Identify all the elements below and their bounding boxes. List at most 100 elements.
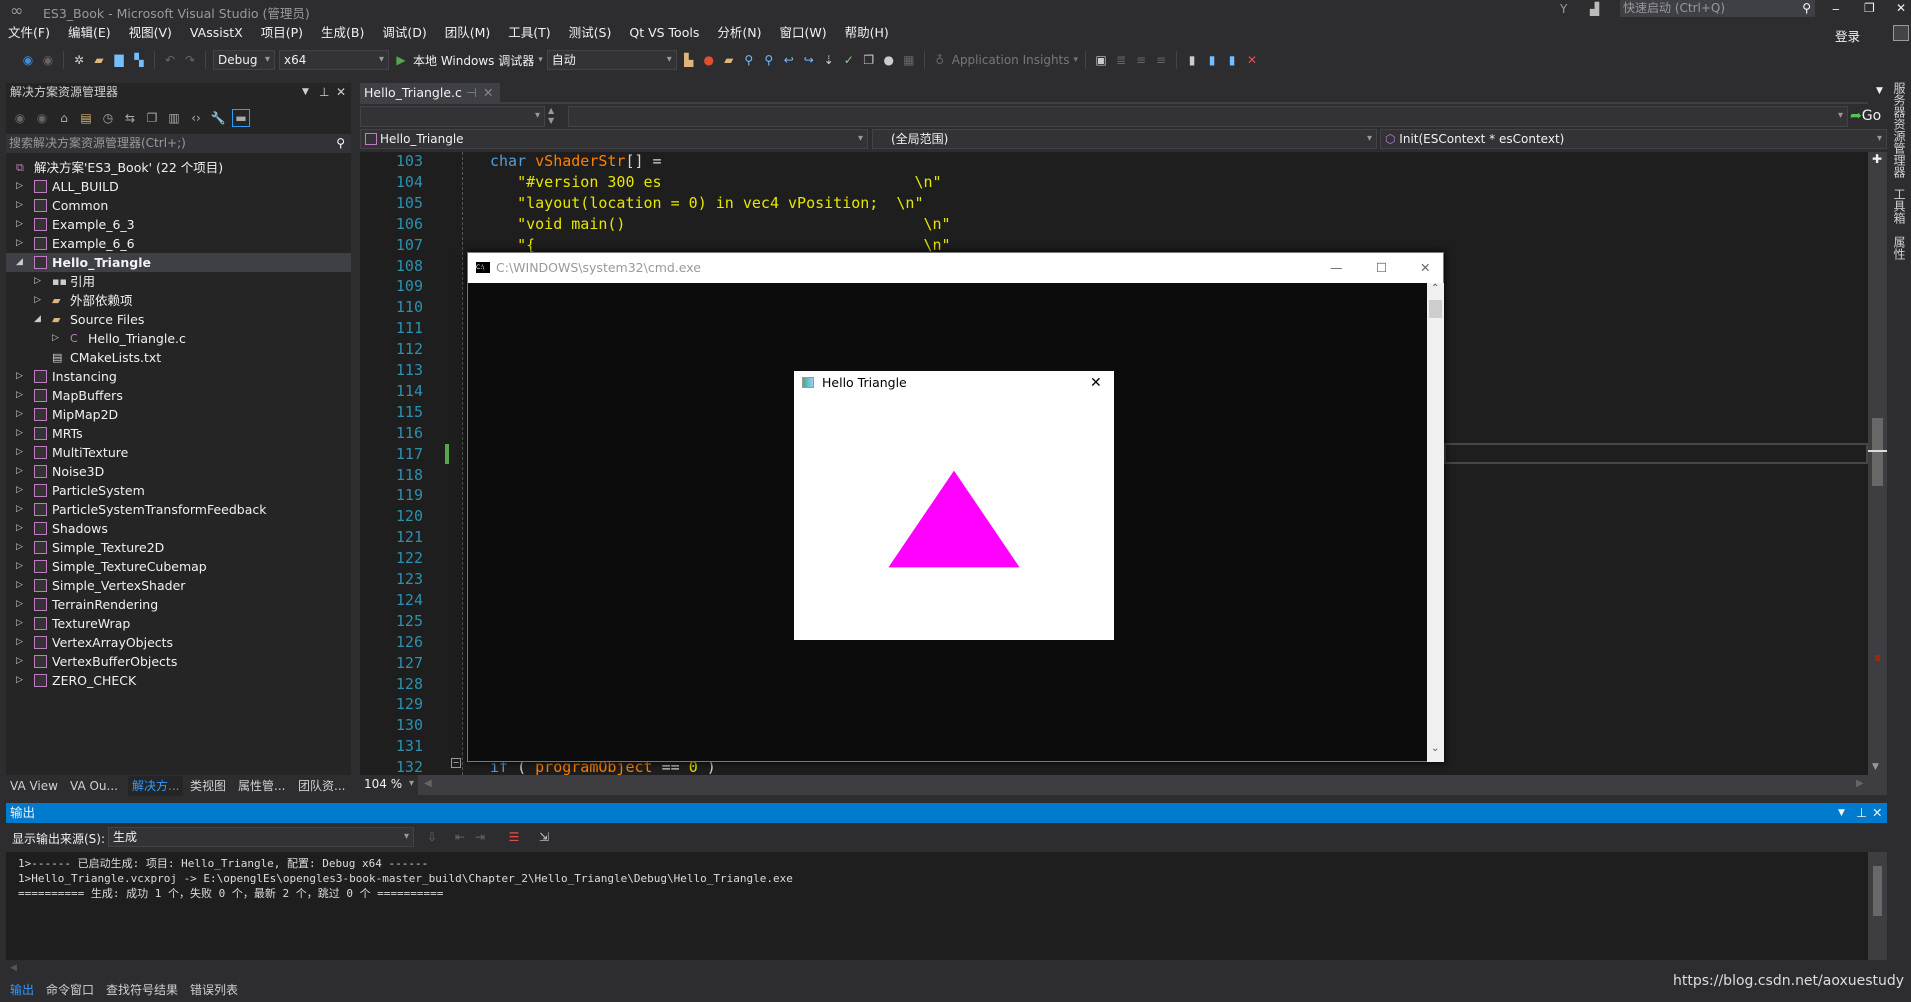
expand-arrow-icon[interactable]: ▷ <box>16 215 26 234</box>
scroll-right-icon[interactable]: ▶ <box>1856 778 1864 789</box>
expand-arrow-icon[interactable]: ▷ <box>16 196 26 215</box>
account-icon[interactable] <box>1893 25 1909 41</box>
console-scroll-thumb[interactable] <box>1429 300 1442 318</box>
console-title-bar[interactable]: C:\ C:\WINDOWS\system32\cmd.exe — ☐ ✕ <box>468 253 1443 283</box>
gl-close-button[interactable]: ✕ <box>1090 371 1102 395</box>
debugger-dropdown-arrow[interactable]: ▾ <box>538 55 543 65</box>
scroll-down-icon[interactable]: ▼ <box>1872 762 1879 772</box>
menu-tools[interactable]: 工具(T) <box>499 22 559 44</box>
tree-item[interactable]: ▷ C Hello_Triangle.c <box>6 329 351 348</box>
sign-in-link[interactable]: 登录 <box>1835 26 1860 45</box>
select-icon[interactable]: ▣ <box>1093 52 1109 68</box>
menu-view[interactable]: 视图(V) <box>120 22 181 44</box>
redo-icon[interactable]: ↷ <box>182 52 198 68</box>
find-icon[interactable]: ⚲ <box>741 52 757 68</box>
tab-property-manager[interactable]: 属性管... <box>238 776 285 796</box>
va-spin-icon[interactable]: ▲ ▼ <box>548 106 554 126</box>
spell-check-icon[interactable]: ✓ <box>841 52 857 68</box>
bookmark-icon[interactable]: ▮ <box>1184 52 1200 68</box>
expand-arrow-icon[interactable]: ▷ <box>16 234 26 253</box>
go-button[interactable]: ➦Go <box>1850 106 1881 127</box>
expand-arrow-icon[interactable]: ▷ <box>16 633 26 652</box>
bug-icon[interactable]: ● <box>701 52 717 68</box>
align-icon[interactable]: ≣ <box>1113 52 1129 68</box>
home-icon[interactable]: ⌂ <box>56 110 72 126</box>
open-file-icon[interactable]: ▰ <box>91 52 107 68</box>
tree-item[interactable]: ▷ Simple_TextureCubemap <box>6 557 351 576</box>
scope-nav-dropdown[interactable]: (全局范围) <box>872 129 1377 149</box>
configuration-dropdown[interactable]: Debug <box>213 50 275 70</box>
application-insights-button[interactable]: Application Insights <box>952 53 1070 67</box>
next-message-icon[interactable]: ⇥ <box>472 829 488 845</box>
tree-item[interactable]: ▷ ▰ 外部依赖项 <box>6 291 351 310</box>
tree-item[interactable]: ⧉ 解决方案'ES3_Book' (22 个项目) <box>6 158 351 177</box>
tree-item[interactable]: ▷ MapBuffers <box>6 386 351 405</box>
console-close-button[interactable]: ✕ <box>1420 253 1430 283</box>
tab-toolbox[interactable]: 工具箱 <box>1891 188 1908 224</box>
view-code-icon[interactable]: ‹› <box>188 110 204 126</box>
collapse-arrow-icon[interactable]: ◢ <box>34 310 44 329</box>
split-icon[interactable]: ✚ <box>1872 152 1882 166</box>
debugger-mode-dropdown[interactable]: 自动 <box>546 50 677 70</box>
expand-arrow-icon[interactable]: ▷ <box>16 519 26 538</box>
find-symbol-icon[interactable]: ⚲ <box>761 52 777 68</box>
menu-debug[interactable]: 调试(D) <box>373 22 435 44</box>
expand-arrow-icon[interactable]: ▷ <box>16 500 26 519</box>
output-source-dropdown[interactable]: 生成 <box>108 827 414 847</box>
start-debugger-button[interactable]: 本地 Windows 调试器 <box>413 52 534 69</box>
zoom-dropdown[interactable]: 104 % <box>360 775 418 795</box>
scroll-left-icon[interactable]: ◀ <box>10 963 17 973</box>
tree-item[interactable]: ▷ Instancing <box>6 367 351 386</box>
minimize-button[interactable]: ‒ <box>1832 2 1840 16</box>
hello-triangle-window[interactable]: Hello Triangle ✕ <box>794 371 1114 640</box>
expand-arrow-icon[interactable]: ▷ <box>34 272 44 291</box>
solution-search-input[interactable]: 搜索解决方案资源管理器(Ctrl+;) ⚲ <box>6 134 351 153</box>
scrollbar-thumb[interactable] <box>1872 418 1883 486</box>
dropdown-icon[interactable]: ▼ <box>302 83 309 102</box>
menu-qt-vs-tools[interactable]: Qt VS Tools <box>620 22 708 44</box>
tree-item[interactable]: ▷ Example_6_6 <box>6 234 351 253</box>
clear-bookmarks-icon[interactable]: ✕ <box>1244 52 1260 68</box>
tab-find-symbol-results[interactable]: 查找符号结果 <box>106 980 178 1000</box>
pin-tab-icon[interactable]: ⊣ <box>466 83 477 103</box>
output-scroll-thumb[interactable] <box>1873 866 1882 916</box>
expand-arrow-icon[interactable]: ▷ <box>34 291 44 310</box>
tree-item[interactable]: ▷ MipMap2D <box>6 405 351 424</box>
expand-arrow-icon[interactable]: ▷ <box>52 329 62 348</box>
pin-icon[interactable]: ⊥ <box>319 83 329 102</box>
tree-item[interactable]: ▤ CMakeLists.txt <box>6 348 351 367</box>
tab-va-view[interactable]: VA View <box>10 776 58 796</box>
clear-all-icon[interactable]: ☰ <box>506 829 522 845</box>
output-horizontal-scrollbar[interactable]: ◀ <box>6 962 1887 977</box>
tab-command-window[interactable]: 命令窗口 <box>46 980 94 1000</box>
quick-launch-input[interactable]: 快速启动 (Ctrl+Q) ⚲ <box>1620 0 1815 17</box>
console-window[interactable]: C:\ C:\WINDOWS\system32\cmd.exe — ☐ ✕ ⌃ … <box>467 252 1444 762</box>
expand-arrow-icon[interactable]: ▷ <box>16 481 26 500</box>
expand-arrow-icon[interactable]: ▷ <box>16 386 26 405</box>
step-into-icon[interactable]: ⇣ <box>821 52 837 68</box>
collapse-arrow-icon[interactable]: ◢ <box>16 253 26 272</box>
save-all-icon[interactable]: ▚ <box>131 52 147 68</box>
copy-icon[interactable]: ❐ <box>861 52 877 68</box>
function-nav-dropdown[interactable]: ⬡ Init(ESContext * esContext) <box>1380 129 1887 149</box>
save-icon[interactable]: ▇ <box>111 52 127 68</box>
tree-item[interactable]: ▷ MRTs <box>6 424 351 443</box>
switch-views-icon[interactable]: ▤ <box>78 110 94 126</box>
expand-arrow-icon[interactable]: ▷ <box>16 367 26 386</box>
format-icon[interactable]: ▦ <box>901 52 917 68</box>
scroll-down-icon[interactable]: ⌄ <box>1431 743 1439 754</box>
gl-title-bar[interactable]: Hello Triangle ✕ <box>794 371 1114 398</box>
tree-item[interactable]: ◢ ▰ Source Files <box>6 310 351 329</box>
step-forward-icon[interactable]: ↪ <box>801 52 817 68</box>
tree-item[interactable]: ▷ VertexBufferObjects <box>6 652 351 671</box>
platform-dropdown[interactable]: x64 <box>279 50 389 70</box>
word-wrap-icon[interactable]: ⇲ <box>536 829 552 845</box>
tree-item[interactable]: ▷ VertexArrayObjects <box>6 633 351 652</box>
tree-item[interactable]: ▷ Simple_VertexShader <box>6 576 351 595</box>
tab-solution-explorer[interactable]: 解决方... <box>128 776 184 796</box>
previous-bookmark-icon[interactable]: ▮ <box>1204 52 1220 68</box>
start-debugging-icon[interactable]: ▶ <box>393 52 409 68</box>
tab-class-view[interactable]: 类视图 <box>190 776 226 796</box>
tree-item[interactable]: ▷ MultiTexture <box>6 443 351 462</box>
collapse-all-icon[interactable]: ❐ <box>144 110 160 126</box>
